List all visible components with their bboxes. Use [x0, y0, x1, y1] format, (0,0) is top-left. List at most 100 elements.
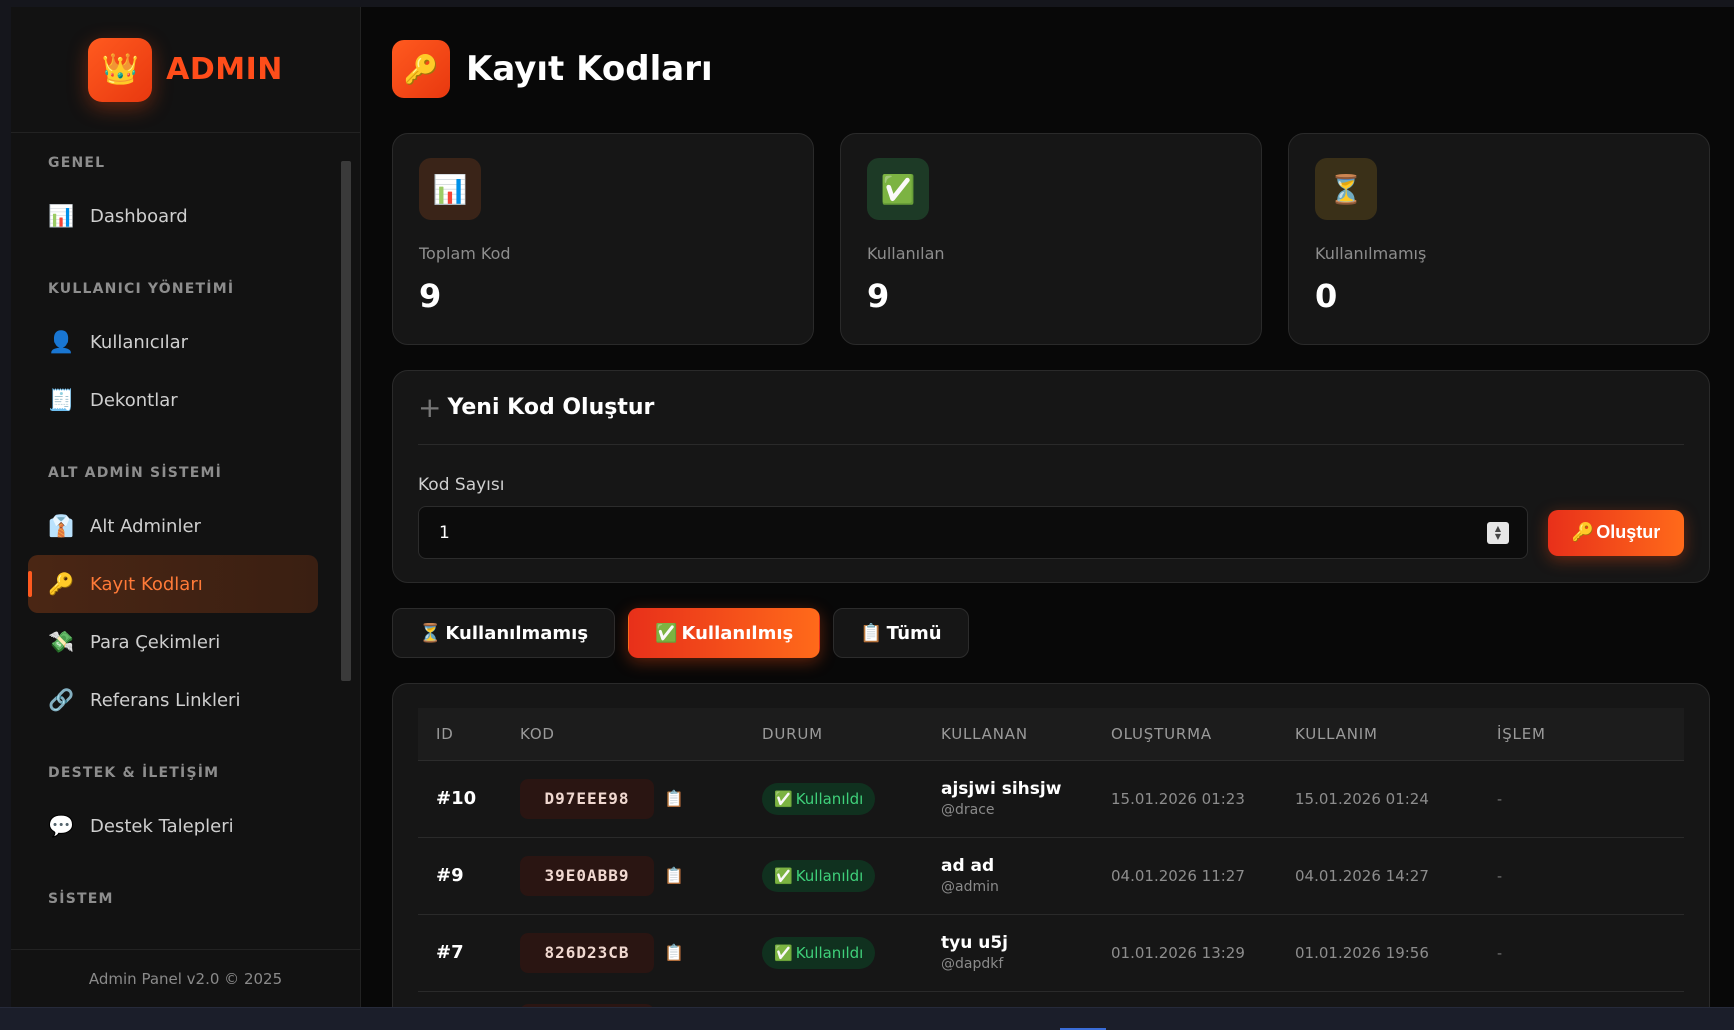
create-button-label: Oluştur [1596, 522, 1661, 542]
clipboard-icon[interactable]: 📋 [664, 866, 684, 885]
brand[interactable]: 👑 ADMIN [11, 7, 360, 133]
used-date: 01.01.2026 19:56 [1295, 944, 1429, 962]
section-title-alt-admin: ALT ADMİN SİSTEMİ [48, 465, 223, 481]
clipboard-icon[interactable]: 📋 [664, 789, 684, 808]
app-window: 👑 ADMIN GENEL 📊 Dashboard KULLANICI YÖNE… [11, 7, 1734, 1007]
chevron-down-icon[interactable]: ▼ [1495, 532, 1501, 541]
column-header-kod: KOD [502, 708, 744, 761]
section-title-genel: GENEL [48, 155, 106, 171]
sidebar-item-label: Dashboard [90, 205, 188, 227]
codes-table-card: ID KOD DURUM KULLANAN OLUŞTURMA KULLANIM… [392, 683, 1710, 1007]
code-value: D97EEE98 [520, 778, 654, 819]
create-code-header: + Yeni Kod Oluştur [418, 371, 1684, 445]
clipboard-icon[interactable]: 📋 [664, 943, 684, 962]
brand-name: ADMIN [166, 52, 283, 87]
column-header-id: ID [418, 708, 502, 761]
column-header-durum: DURUM [744, 708, 923, 761]
table-header-row: ID KOD DURUM KULLANAN OLUŞTURMA KULLANIM… [418, 708, 1684, 761]
stat-value: 9 [867, 277, 890, 315]
sidebar-item-kullanicilar[interactable]: 👤 Kullanıcılar [28, 313, 318, 371]
user-handle: @admin [941, 879, 999, 895]
tab-tumu[interactable]: 📋 Tümü [833, 608, 969, 658]
sidebar-item-label: Kullanıcılar [90, 331, 189, 353]
code-count-input[interactable]: 1 ▲ ▼ [418, 506, 1528, 559]
stat-card-kullanilmamis: ⏳ Kullanılmamış 0 [1288, 133, 1710, 345]
column-header-kullanim: KULLANIM [1277, 708, 1479, 761]
created-date: 04.01.2026 11:27 [1111, 867, 1245, 885]
page-title: Kayıt Kodları [466, 49, 713, 89]
user-handle: @drace [941, 802, 995, 818]
tab-label: Kullanılmış [681, 622, 794, 644]
create-code-title: Yeni Kod Oluştur [447, 395, 655, 420]
sidebar-item-label: Destek Talepleri [90, 815, 234, 837]
sidebar-item-para-cekimleri[interactable]: 💸 Para Çekimleri [28, 613, 318, 671]
check-icon: ✅ [867, 158, 929, 220]
check-icon: ✅ [774, 866, 793, 885]
key-icon: 🔑 [1571, 522, 1595, 542]
key-icon: 🔑 [48, 571, 75, 596]
sidebar-item-destek-talepleri[interactable]: 💬 Destek Talepleri [28, 797, 318, 855]
code-count-label: Kod Sayısı [418, 475, 505, 495]
sidebar-item-kayit-kodlari[interactable]: 🔑 Kayıt Kodları [28, 555, 318, 613]
table-row: #10 D97EEE98 📋 ✅ Kullanıldı ajsjwi sihsj… [418, 760, 1684, 838]
sidebar-item-label: Kayıt Kodları [90, 573, 203, 595]
stats-row: 📊 Toplam Kod 9 ✅ Kullanılan 9 ⏳ Kullanıl… [392, 133, 1710, 345]
sidebar: 👑 ADMIN GENEL 📊 Dashboard KULLANICI YÖNE… [11, 7, 361, 1007]
row-action: - [1497, 869, 1503, 885]
receipt-icon: 🧾 [48, 387, 75, 412]
user-handle: @dapdkf [941, 956, 1004, 972]
created-date: 15.01.2026 01:23 [1111, 790, 1245, 808]
stat-card-kullanilan: ✅ Kullanılan 9 [840, 133, 1262, 345]
sidebar-item-label: Referans Linkleri [90, 689, 241, 711]
stat-card-toplam-kod: 📊 Toplam Kod 9 [392, 133, 814, 345]
status-badge: ✅ Kullanıldı [762, 782, 876, 815]
clipboard-icon: 📋 [860, 622, 883, 644]
column-header-kullanan: KULLANAN [923, 708, 1093, 761]
sidebar-item-label: Para Çekimleri [90, 631, 221, 653]
nav-scrollbar[interactable] [341, 161, 351, 681]
link-icon: 🔗 [48, 687, 75, 712]
stat-label: Kullanılmamış [1315, 244, 1427, 263]
row-action: - [1497, 946, 1503, 962]
sidebar-item-dashboard[interactable]: 📊 Dashboard [28, 187, 318, 245]
check-icon: ✅ [655, 622, 678, 644]
sidebar-item-referans-linkleri[interactable]: 🔗 Referans Linkleri [28, 671, 318, 729]
status-text: Kullanıldı [795, 866, 864, 885]
status-text: Kullanıldı [795, 789, 864, 808]
code-cell: D97EEE98 📋 [520, 778, 744, 819]
create-button[interactable]: 🔑 Oluştur [1548, 509, 1684, 556]
hourglass-icon: ⏳ [1315, 158, 1377, 220]
hourglass-icon: ⏳ [419, 622, 442, 644]
tie-icon: 👔 [48, 513, 75, 538]
user-name: ad ad [941, 856, 995, 876]
chat-icon: 💬 [48, 813, 75, 838]
table-row: #7 826D23CB 📋 ✅ Kullanıldı tyu u5j @dapd… [418, 914, 1684, 992]
sidebar-item-alt-adminler[interactable]: 👔 Alt Adminler [28, 497, 318, 555]
sidebar-item-label: Dekontlar [90, 389, 178, 411]
taskbar-strip [0, 1007, 1734, 1030]
sidebar-item-dekontlar[interactable]: 🧾 Dekontlar [28, 371, 318, 429]
number-stepper[interactable]: ▲ ▼ [1487, 521, 1509, 544]
section-title-kullanici-yonetimi: KULLANICI YÖNETİMİ [48, 281, 235, 297]
check-icon: ✅ [774, 943, 793, 962]
tab-kullanilmis[interactable]: ✅ Kullanılmış [628, 608, 821, 658]
code-cell: 826D23CB 📋 [520, 932, 744, 973]
column-header-olusturma: OLUŞTURMA [1093, 708, 1277, 761]
row-action: - [1497, 792, 1503, 808]
user-icon: 👤 [48, 329, 75, 354]
user-name: tyu u5j [941, 933, 1008, 953]
status-badge: ✅ Kullanıldı [762, 936, 876, 969]
main-content: 🔑 Kayıt Kodları 📊 Toplam Kod 9 ✅ Kullanı… [361, 7, 1734, 1007]
filter-tabs: ⏳ Kullanılmamış ✅ Kullanılmış 📋 Tümü [392, 608, 1710, 658]
table-row: #9 39E0ABB9 📋 ✅ Kullanıldı ad ad @admin [418, 837, 1684, 915]
bar-chart-icon: 📊 [48, 203, 75, 228]
page-header: 🔑 Kayıt Kodları [392, 7, 1710, 119]
stat-value: 0 [1315, 277, 1338, 315]
tab-kullanilmamis[interactable]: ⏳ Kullanılmamış [392, 608, 616, 658]
key-icon: 🔑 [392, 40, 450, 98]
used-date: 04.01.2026 14:27 [1295, 867, 1429, 885]
section-title-destek: DESTEK & İLETİŞİM [48, 765, 220, 781]
code-value: 826D23CB [520, 932, 654, 973]
code-cell: 39E0ABB9 📋 [520, 855, 744, 896]
stat-value: 9 [419, 277, 442, 315]
